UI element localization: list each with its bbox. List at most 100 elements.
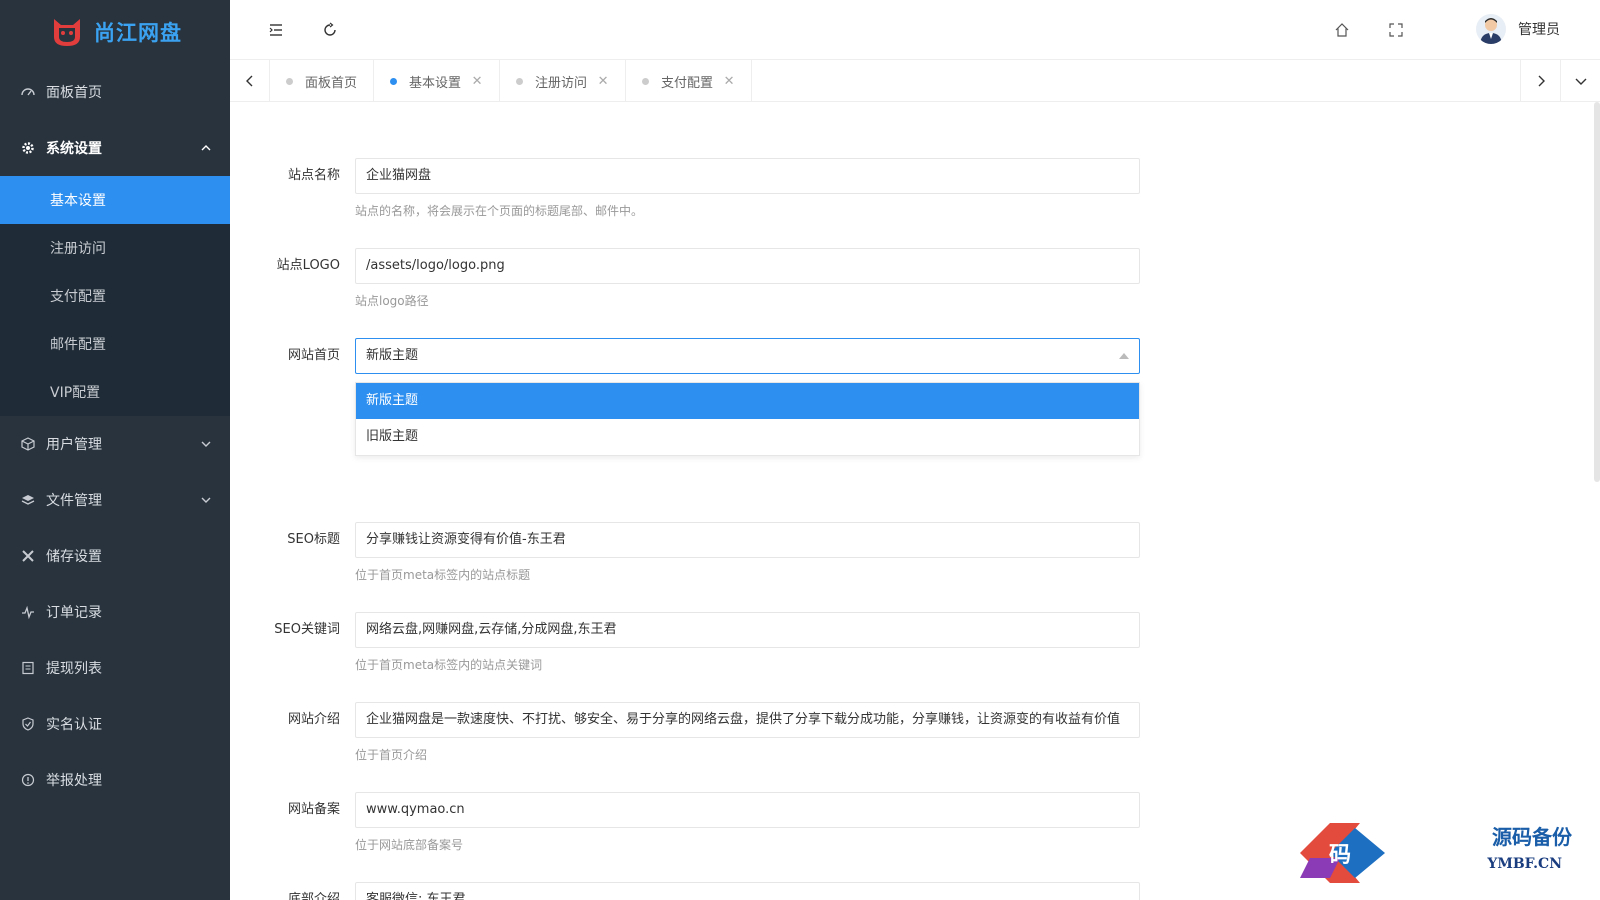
- select-value: 新版主题: [366, 348, 419, 363]
- form-label: 网站介绍: [287, 712, 340, 727]
- caret-up-icon: [1119, 353, 1129, 359]
- tab-bar: 面板首页 基本设置 ✕ 注册访问 ✕ 支付配置 ✕: [230, 60, 1600, 102]
- site-intro-input[interactable]: 企业猫网盘是一款速度快、不打扰、够安全、易于分享的网络云盘，提供了分享下载分成功…: [355, 702, 1140, 738]
- sidebar-item-label: 用户管理: [46, 437, 102, 453]
- tab-label: 注册访问: [535, 75, 588, 91]
- tab-label: 基本设置: [409, 75, 462, 91]
- sidebar-item-label: 举报处理: [46, 773, 102, 789]
- system-settings-submenu: 基本设置 注册访问 支付配置 邮件配置 VIP配置: [0, 176, 230, 416]
- tab-dashboard[interactable]: 面板首页: [270, 60, 375, 102]
- home-button[interactable]: [1330, 18, 1354, 42]
- scrollbar[interactable]: [1594, 102, 1600, 482]
- sidebar-item-label: 文件管理: [46, 493, 102, 509]
- sidebar-item-label: 提现列表: [46, 661, 102, 677]
- sidebar-item-system-settings[interactable]: 系统设置: [0, 120, 230, 176]
- icp-input[interactable]: www.qymao.cn: [355, 792, 1140, 828]
- sidebar-item-file-management[interactable]: 文件管理: [0, 472, 230, 528]
- fullscreen-button[interactable]: [1384, 18, 1408, 42]
- sidebar-item-label: 储存设置: [46, 549, 102, 565]
- sidebar-subitem-payment-config[interactable]: 支付配置: [0, 272, 230, 320]
- tab-basic-settings[interactable]: 基本设置 ✕: [374, 60, 501, 102]
- sidebar-subitem-vip-config[interactable]: VIP配置: [0, 368, 230, 416]
- shield-check-icon: [20, 716, 36, 732]
- tab-register-access[interactable]: 注册访问 ✕: [500, 60, 627, 102]
- tab-status-dot: [642, 77, 650, 85]
- watermark-logo: 码: [1300, 823, 1385, 883]
- chevron-down-icon: [201, 441, 211, 447]
- tab-list: 面板首页 基本设置 ✕ 注册访问 ✕ 支付配置 ✕: [270, 60, 753, 102]
- sidebar-item-user-management[interactable]: 用户管理: [0, 416, 230, 472]
- dropdown-option[interactable]: 旧版主题: [356, 419, 1139, 455]
- sidebar-item-report-handling[interactable]: 举报处理: [0, 752, 230, 808]
- sidebar-item-real-name-auth[interactable]: 实名认证: [0, 696, 230, 752]
- menu-fold-icon: [269, 24, 282, 36]
- form-label: SEO标题: [287, 532, 340, 547]
- tab-label: 支付配置: [661, 75, 714, 91]
- form-hint: 位于网站底部备案号: [355, 838, 464, 852]
- user-name: 管理员: [1518, 22, 1560, 38]
- sidebar-item-label: 订单记录: [46, 605, 102, 621]
- brand[interactable]: 尚江网盘: [0, 0, 230, 64]
- chevron-down-icon: [201, 497, 211, 503]
- close-icon[interactable]: ✕: [597, 74, 609, 89]
- sidebar-item-storage-settings[interactable]: 储存设置: [0, 528, 230, 584]
- cat-logo-icon: [54, 19, 80, 46]
- footer-input[interactable]: 客服微信: 东王君: [355, 882, 1140, 900]
- seo-title-input[interactable]: 分享赚钱让资源变得有价值-东王君: [355, 522, 1140, 558]
- site-name-input[interactable]: 企业猫网盘: [355, 158, 1140, 194]
- refresh-button[interactable]: [318, 18, 342, 42]
- form-hint: 位于首页meta标签内的站点关键词: [355, 658, 543, 672]
- info-circle-icon: [20, 772, 36, 788]
- sidebar-item-withdraw-list[interactable]: 提现列表: [0, 640, 230, 696]
- form-hint: 站点logo路径: [355, 294, 429, 308]
- tab-menu-button[interactable]: [1560, 60, 1600, 102]
- close-icon[interactable]: ✕: [723, 74, 735, 89]
- top-header: 管理员: [230, 0, 1600, 60]
- tools-icon: [20, 548, 36, 564]
- sidebar-item-dashboard[interactable]: 面板首页: [0, 64, 230, 120]
- list-icon: [20, 660, 36, 676]
- fullscreen-icon: [1389, 23, 1403, 37]
- brand-name: 尚江网盘: [94, 21, 182, 45]
- home-icon: [1335, 23, 1349, 37]
- pulse-icon: [20, 604, 36, 620]
- watermark-line2: YMBF.CN: [1487, 856, 1562, 872]
- form-hint: 站点的名称，将会展示在个页面的标题尾部、邮件中。: [355, 204, 644, 218]
- watermark-line1: 源码备份: [1492, 825, 1572, 849]
- homepage-dropdown: 新版主题 旧版主题: [355, 382, 1140, 456]
- tab-status-dot: [390, 77, 398, 85]
- sidebar-item-label: 系统设置: [46, 141, 102, 157]
- tab-payment-config[interactable]: 支付配置 ✕: [626, 60, 753, 102]
- refresh-icon: [324, 22, 336, 36]
- sidebar-item-order-records[interactable]: 订单记录: [0, 584, 230, 640]
- form-label: SEO关键词: [274, 622, 340, 637]
- form-label: 底部介绍: [287, 892, 340, 900]
- dropdown-option[interactable]: 新版主题: [356, 383, 1139, 419]
- form-hint: 位于首页介绍: [355, 748, 428, 762]
- form-label: 站点名称: [287, 168, 340, 183]
- form-label: 站点LOGO: [276, 258, 340, 273]
- tab-scroll-right-button[interactable]: [1520, 60, 1560, 102]
- homepage-select[interactable]: 新版主题: [355, 338, 1140, 374]
- gear-icon: [20, 140, 36, 156]
- layers-icon: [20, 492, 36, 508]
- sidebar-subitem-basic-settings[interactable]: 基本设置: [0, 176, 230, 224]
- form-label: 网站备案: [287, 802, 340, 817]
- cube-icon: [20, 436, 36, 452]
- site-logo-input[interactable]: /assets/logo/logo.png: [355, 248, 1140, 284]
- sidebar-subitem-register-access[interactable]: 注册访问: [0, 224, 230, 272]
- chevron-left-icon: [245, 75, 252, 87]
- seo-keywords-input[interactable]: 网络云盘,网赚网盘,云存储,分成网盘,东王君: [355, 612, 1140, 648]
- watermark: 码 源码备份 YMBF.CN: [1290, 800, 1600, 900]
- user-menu[interactable]: 管理员: [1476, 14, 1560, 44]
- close-icon[interactable]: ✕: [471, 74, 483, 89]
- chevron-right-icon: [1538, 75, 1545, 87]
- chevron-down-icon: [1575, 78, 1586, 85]
- tab-label: 面板首页: [305, 75, 358, 91]
- tab-scroll-left-button[interactable]: [230, 60, 270, 102]
- form-hint: 位于首页meta标签内的站点标题: [355, 568, 531, 582]
- sidebar-item-label: 面板首页: [46, 85, 102, 101]
- form-label: 网站首页: [287, 348, 340, 363]
- collapse-menu-button[interactable]: [264, 18, 288, 42]
- sidebar-subitem-mail-config[interactable]: 邮件配置: [0, 320, 230, 368]
